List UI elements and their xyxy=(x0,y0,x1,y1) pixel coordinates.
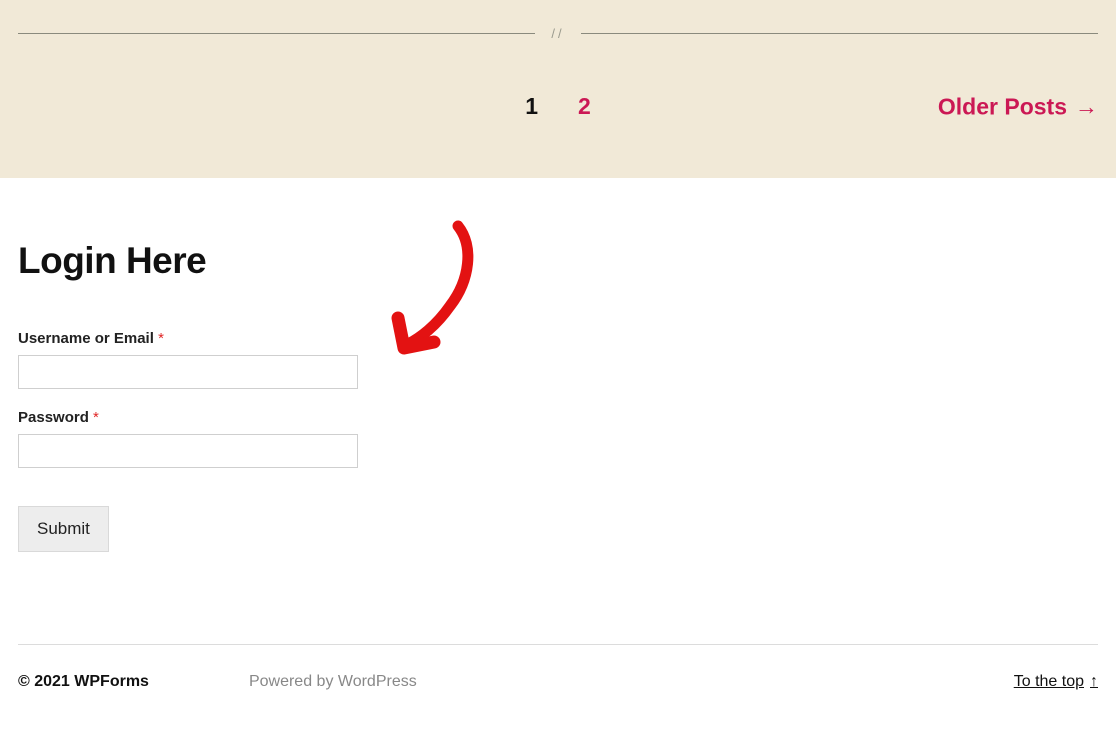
older-posts-label: Older Posts xyxy=(938,93,1067,120)
required-mark: * xyxy=(93,409,99,426)
to-top-label: To the top xyxy=(1014,673,1084,691)
login-heading: Login Here xyxy=(18,240,1098,282)
username-input[interactable] xyxy=(18,355,358,389)
divider-slashes-icon: // xyxy=(535,26,580,41)
username-field-group: Username or Email * xyxy=(18,330,1098,389)
page-number-link[interactable]: 2 xyxy=(578,93,591,120)
to-the-top-link[interactable]: To the top ↑ xyxy=(1014,673,1098,691)
site-footer: © 2021 WPForms Powered by WordPress To t… xyxy=(0,645,1116,709)
required-mark: * xyxy=(158,330,164,347)
footer-powered-by: Powered by WordPress xyxy=(249,673,417,691)
divider-line xyxy=(581,33,1098,34)
pagination-row: 1 2 Older Posts → xyxy=(18,93,1098,120)
footer-copyright: © 2021 WPForms xyxy=(18,673,149,691)
password-label-text: Password xyxy=(18,409,89,426)
pagination-section: // 1 2 Older Posts → xyxy=(0,0,1116,178)
divider-line xyxy=(18,33,535,34)
login-widget-area: Login Here Username or Email * Password … xyxy=(0,178,1116,644)
arrow-right-icon: → xyxy=(1075,95,1098,118)
password-label: Password * xyxy=(18,409,1098,426)
page-number-current: 1 xyxy=(525,93,538,120)
arrow-up-icon: ↑ xyxy=(1090,673,1098,691)
username-label-text: Username or Email xyxy=(18,330,154,347)
username-label: Username or Email * xyxy=(18,330,1098,347)
submit-button[interactable]: Submit xyxy=(18,506,109,552)
section-divider: // xyxy=(18,0,1098,93)
password-input[interactable] xyxy=(18,434,358,468)
password-field-group: Password * xyxy=(18,409,1098,468)
older-posts-link[interactable]: Older Posts → xyxy=(938,93,1098,120)
